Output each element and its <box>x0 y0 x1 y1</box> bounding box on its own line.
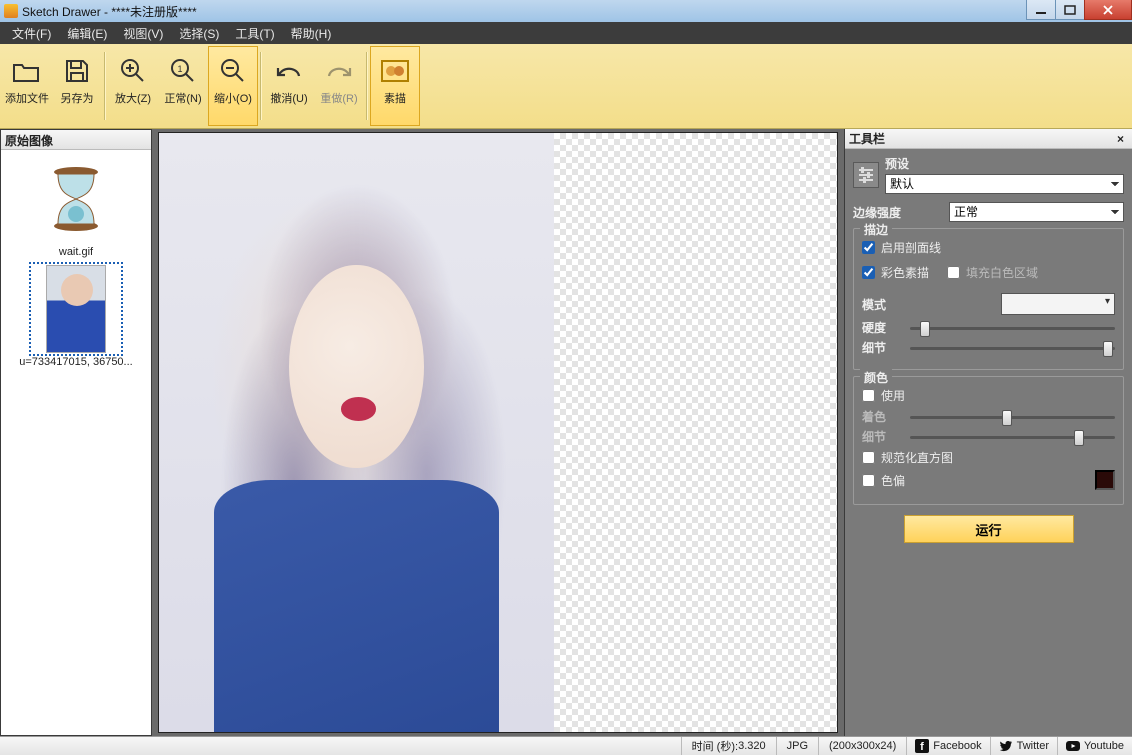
zoom-normal-button[interactable]: 1 正常(N) <box>158 46 208 126</box>
mode-label: 模式 <box>862 296 912 313</box>
hourglass-icon <box>31 154 121 244</box>
svg-text:1: 1 <box>177 64 182 74</box>
tool-panel-header: 工具栏 × <box>845 129 1132 149</box>
menu-select[interactable]: 选择(S) <box>171 23 227 44</box>
color-swatch[interactable] <box>1095 470 1115 490</box>
menu-file[interactable]: 文件(F) <box>4 23 59 44</box>
zoom-out-icon <box>217 55 249 87</box>
preset-row: 预设 默认 <box>853 155 1124 194</box>
tool-panel-body: 预设 默认 边缘强度 正常 描边 启用剖面线 彩色素描 填充白色区域 模式 <box>845 149 1132 553</box>
tool-panel-close-icon[interactable]: × <box>1113 132 1128 146</box>
canvas-area <box>152 129 844 736</box>
youtube-link[interactable]: Youtube <box>1057 737 1132 755</box>
app-icon <box>4 4 18 18</box>
color-sketch-checkbox[interactable]: 彩色素描 <box>862 264 929 281</box>
thumbnail-list: wait.gif u=733417015, 36750... <box>1 150 151 735</box>
tool-panel-title: 工具栏 <box>849 130 885 147</box>
color-shift-checkbox[interactable]: 色偏 <box>862 470 1115 490</box>
undo-button[interactable]: 撤消(U) <box>264 46 314 126</box>
stroke-group-title: 描边 <box>860 221 892 238</box>
fill-white-checkbox[interactable]: 填充白色区域 <box>947 264 1038 281</box>
sketch-icon <box>379 55 411 87</box>
original-images-panel: 原始图像 wait.gif u=733417015, 36750... <box>0 129 152 736</box>
preset-label: 预设 <box>885 155 1124 172</box>
maximize-button[interactable] <box>1055 0 1085 20</box>
add-file-button[interactable]: 添加文件 <box>2 46 52 126</box>
twitter-icon <box>999 739 1013 753</box>
toolbar-separator <box>260 52 262 120</box>
close-button[interactable] <box>1084 0 1132 20</box>
title-bar: Sketch Drawer - ****未注册版**** <box>0 0 1132 22</box>
stroke-group: 描边 启用剖面线 彩色素描 填充白色区域 模式 硬度 <box>853 228 1124 370</box>
normalize-histogram-checkbox[interactable]: 规范化直方图 <box>862 449 1115 466</box>
toolbar: 添加文件 另存为 放大(Z) 1 正常(N) 缩小(O) 撤消(U) 重做(R)… <box>0 44 1132 129</box>
portrait-thumb-icon <box>31 264 121 354</box>
detail-slider[interactable]: 细节 <box>862 339 1115 356</box>
window-title: Sketch Drawer - ****未注册版**** <box>22 3 1128 20</box>
sketch-button[interactable]: 素描 <box>370 46 420 126</box>
facebook-icon: f <box>915 739 929 753</box>
svg-text:f: f <box>920 741 924 753</box>
original-images-title: 原始图像 <box>1 130 151 150</box>
zoom-in-icon <box>117 55 149 87</box>
twitter-link[interactable]: Twitter <box>990 737 1057 755</box>
save-icon <box>61 55 93 87</box>
menu-bar: 文件(F) 编辑(E) 视图(V) 选择(S) 工具(T) 帮助(H) <box>0 22 1132 44</box>
color-group-title: 颜色 <box>860 369 892 386</box>
use-color-checkbox[interactable]: 使用 <box>862 387 1115 404</box>
redo-button[interactable]: 重做(R) <box>314 46 364 126</box>
save-as-button[interactable]: 另存为 <box>52 46 102 126</box>
color-detail-slider[interactable]: 细节 <box>862 428 1115 445</box>
menu-help[interactable]: 帮助(H) <box>283 23 340 44</box>
toolbar-separator <box>104 52 106 120</box>
menu-tools[interactable]: 工具(T) <box>227 23 282 44</box>
enable-hatch-checkbox[interactable]: 启用剖面线 <box>862 239 941 256</box>
pattern-select[interactable] <box>1001 293 1115 315</box>
menu-view[interactable]: 视图(V) <box>115 23 171 44</box>
thumbnail-item[interactable]: u=733417015, 36750... <box>5 264 147 368</box>
preset-select[interactable]: 默认 <box>885 174 1124 194</box>
run-button[interactable]: 运行 <box>904 515 1074 543</box>
transparent-area <box>554 133 837 732</box>
hue-slider[interactable]: 着色 <box>862 408 1115 425</box>
edge-strength-label: 边缘强度 <box>853 204 943 221</box>
main-area: 原始图像 wait.gif u=733417015, 36750... 工 <box>0 129 1132 736</box>
minimize-button[interactable] <box>1026 0 1056 20</box>
folder-open-icon <box>11 55 43 87</box>
color-group: 颜色 使用 着色 细节 规范化直方图 色偏 <box>853 376 1124 505</box>
facebook-link[interactable]: f Facebook <box>906 737 989 755</box>
window-controls <box>1027 0 1132 20</box>
thumbnail-filename: u=733417015, 36750... <box>5 356 147 368</box>
thumbnail-filename: wait.gif <box>5 246 147 258</box>
edge-strength-row: 边缘强度 正常 <box>853 202 1124 222</box>
canvas-frame[interactable] <box>158 132 838 733</box>
edge-strength-select[interactable]: 正常 <box>949 202 1124 222</box>
status-bar: 时间 (秒): 3.320 JPG (200x300x24) f Faceboo… <box>0 736 1132 755</box>
undo-icon <box>273 55 305 87</box>
youtube-icon <box>1066 739 1080 753</box>
zoom-out-button[interactable]: 缩小(O) <box>208 46 258 126</box>
status-dimensions: (200x300x24) <box>818 737 906 755</box>
sketch-preview <box>159 133 554 732</box>
hardness-slider[interactable]: 硬度 <box>862 319 1115 336</box>
status-time: 时间 (秒): 3.320 <box>681 737 776 755</box>
redo-icon <box>323 55 355 87</box>
toolbar-separator <box>366 52 368 120</box>
preset-settings-icon[interactable] <box>853 162 879 188</box>
zoom-in-button[interactable]: 放大(Z) <box>108 46 158 126</box>
status-format: JPG <box>776 737 818 755</box>
zoom-normal-icon: 1 <box>167 55 199 87</box>
menu-edit[interactable]: 编辑(E) <box>59 23 115 44</box>
thumbnail-item[interactable]: wait.gif <box>5 154 147 258</box>
tool-panel: 工具栏 × 预设 默认 边缘强度 正常 描边 启用剖面线 <box>844 129 1132 736</box>
